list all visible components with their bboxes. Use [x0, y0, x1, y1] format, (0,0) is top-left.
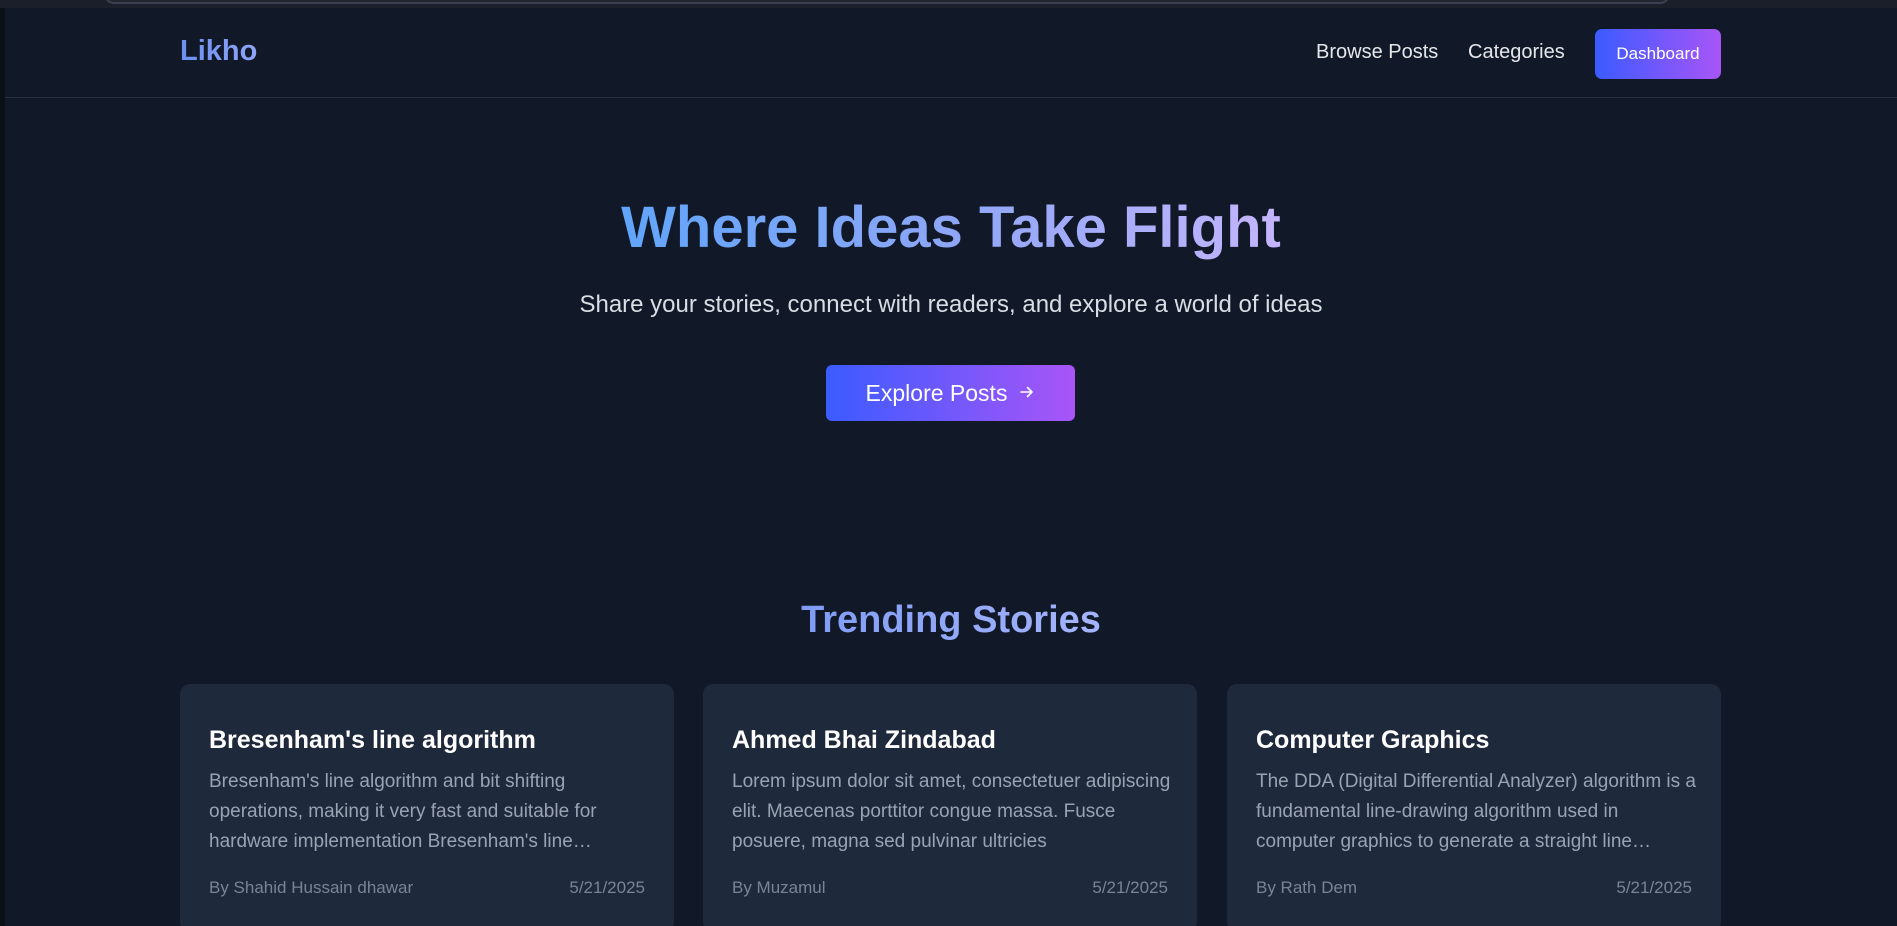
site-logo[interactable]: Likho — [180, 35, 257, 68]
post-excerpt: Bresenham's line algorithm and bit shift… — [209, 771, 597, 852]
nav-categories[interactable]: Categories — [1468, 41, 1565, 64]
trending-title-text: Trending Stories — [801, 599, 1101, 641]
post-excerpt: The DDA (Digital Differential Analyzer) … — [1256, 771, 1696, 852]
arrow-right-icon — [1019, 382, 1035, 404]
post-card[interactable]: Ahmed Bhai Zindabad Lorem ipsum dolor si… — [703, 684, 1197, 926]
address-bar[interactable] — [104, 0, 1670, 4]
hero-subtitle: Share your stories, connect with readers… — [579, 291, 1323, 318]
post-card[interactable]: Bresenham's line algorithm Bresenham's l… — [180, 684, 674, 926]
post-date: 5/21/2025 — [1616, 878, 1692, 897]
nav-browse-posts[interactable]: Browse Posts — [1316, 41, 1438, 64]
post-excerpt: Lorem ipsum dolor sit amet, consectetuer… — [732, 771, 1171, 852]
post-date: 5/21/2025 — [1092, 878, 1168, 897]
post-title[interactable]: Ahmed Bhai Zindabad — [732, 726, 996, 755]
browser-top-strip — [0, 0, 1897, 8]
post-author: By Shahid Hussain dhawar — [209, 878, 414, 897]
post-author: By Rath Dem — [1256, 878, 1358, 897]
dashboard-button[interactable]: Dashboard — [1595, 29, 1721, 79]
navbar: Likho Browse Posts Categories Dashboard — [5, 8, 1897, 98]
post-title[interactable]: Computer Graphics — [1256, 726, 1489, 755]
post-card[interactable]: Computer Graphics The DDA (Digital Diffe… — [1227, 684, 1721, 926]
hero-title: Where Ideas Take Flight — [5, 193, 1897, 263]
hero-title-text: Where Ideas Take Flight — [621, 195, 1281, 260]
explore-posts-label: Explore Posts — [865, 379, 1008, 406]
post-author: By Muzamul — [732, 878, 826, 897]
explore-posts-button[interactable]: Explore Posts — [826, 365, 1075, 421]
app-window: Likho Browse Posts Categories Dashboard … — [5, 8, 1897, 926]
trending-title: Trending Stories — [5, 599, 1897, 642]
post-date: 5/21/2025 — [569, 878, 645, 897]
post-title[interactable]: Bresenham's line algorithm — [209, 726, 536, 755]
